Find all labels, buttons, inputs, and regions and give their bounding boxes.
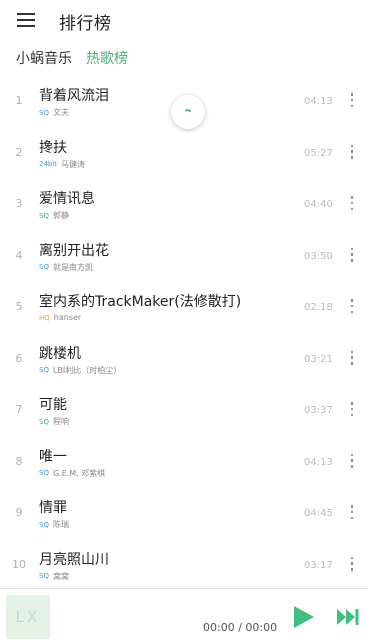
quality-badge: SQ [39,417,49,426]
quality-badge: 24bit [39,160,58,168]
song-row[interactable]: 9 情罪 SQ 陈瑞 04:45 [0,486,368,538]
song-meta: SQ 陈瑞 [39,519,69,530]
song-row[interactable]: 2 搀扶 24bit 马健涛 05:27 [0,126,368,178]
song-title: 唯一 [39,448,67,465]
playback-time: 00:00 / 00:00 [203,621,278,634]
song-meta: SQ 就是南方凯 [39,262,93,273]
song-title: 可能 [39,397,67,413]
loading-spinner [171,95,205,129]
song-artist: 文夫 [52,108,69,117]
quality-badge: SQ [39,108,49,117]
song-artist: 程响 [52,417,69,426]
breadcrumb-active: 热歌榜 [86,51,128,67]
song-meta: SQ LBI利比（时柏尘） [39,365,121,376]
song-duration: 03:37 [304,405,333,416]
song-duration: 03:21 [304,353,333,365]
song-rank: 1 [15,94,23,107]
song-title: 搀扶 [39,139,67,156]
song-artist: 马健涛 [61,159,86,169]
more-options-icon[interactable] [348,453,356,469]
song-artist: 郭静 [52,211,69,220]
song-duration: 04:13 [304,456,333,468]
song-rank: 6 [15,351,23,365]
loading-icon [185,109,191,112]
song-rank: 9 [15,506,23,519]
song-row[interactable]: 3 爱情讯息 SQ 郭静 04:40 [0,177,368,229]
song-row[interactable]: 4 离别开出花 SQ 就是南方凯 03:50 [0,229,368,281]
song-list: 1 背着风流泪 SQ 文夫 04:13 2 搀扶 24bit 马健涛 05:27 3 爱情讯息 SQ 郭静… [0,74,368,589]
song-rank: 7 [15,403,23,416]
quality-badge: SQ [39,469,49,477]
song-meta: 24bit 马健涛 [39,159,85,170]
quality-badge: SQ [39,572,49,580]
song-rank: 10 [12,557,26,571]
song-title: 情罪 [39,500,67,516]
cover-text: LX [15,608,41,626]
song-artist: LBI利比（时柏尘） [52,365,122,375]
more-options-icon[interactable] [348,401,356,417]
song-artist: 窝窝 [52,571,69,581]
song-duration: 04:45 [304,508,333,519]
page-title: 排行榜 [59,14,112,34]
album-cover[interactable]: LX [6,595,50,639]
more-options-icon[interactable] [348,247,356,263]
quality-badge: SQ [39,211,49,220]
skip-next-icon[interactable] [336,608,360,626]
quality-badge: HQ [39,313,50,322]
song-rank: 3 [15,197,23,210]
quality-badge: SQ [39,366,49,374]
song-title: 背着风流泪 [39,88,109,104]
song-duration: 04:40 [304,199,333,210]
hamburger-menu-icon[interactable] [17,13,35,27]
song-duration: 03:50 [304,250,333,262]
song-meta: SQ G.E.M. 邓紫棋 [39,468,105,479]
song-row[interactable]: 5 室内系的TrackMaker(法修散打) HQ hanser 02:18 [0,280,368,332]
play-icon[interactable] [292,604,316,630]
song-artist: hanser [53,313,82,322]
song-title: 离别开出花 [39,242,109,259]
song-rank: 4 [15,248,23,262]
song-row[interactable]: 7 可能 SQ 程响 03:37 [0,383,368,435]
song-meta: SQ 窝窝 [39,571,69,582]
breadcrumb-source[interactable]: 小蜗音乐 [16,48,72,68]
song-meta: HQ hanser [39,313,81,322]
player-bar: LX 00:00 / 00:00 [0,588,368,643]
song-duration: 02:18 [304,302,333,313]
song-artist: 陈瑞 [52,520,69,529]
song-title: 室内系的TrackMaker(法修散打) [39,294,242,310]
more-options-icon[interactable] [348,504,356,520]
quality-badge: SQ [39,263,49,271]
song-meta: SQ 郭静 [39,210,69,221]
song-meta: SQ 文夫 [39,107,69,118]
more-options-icon[interactable] [348,298,356,314]
song-title: 跳楼机 [39,345,81,362]
more-options-icon[interactable] [348,92,356,108]
song-artist: G.E.M. 邓紫棋 [52,468,106,478]
song-rank: 8 [15,454,23,468]
quality-badge: SQ [39,520,49,529]
song-duration: 05:27 [304,147,333,159]
song-rank: 5 [15,300,23,313]
breadcrumb: 小蜗音乐 热歌榜 [16,48,128,68]
song-duration: 04:13 [304,96,333,107]
song-title: 爱情讯息 [39,191,95,207]
song-row[interactable]: 6 跳楼机 SQ LBI利比（时柏尘） 03:21 [0,332,368,384]
song-rank: 2 [15,145,23,159]
more-options-icon[interactable] [348,556,356,572]
song-meta: SQ 程响 [39,416,69,427]
song-duration: 03:17 [304,559,333,571]
more-options-icon[interactable] [348,195,356,211]
app-header: 排行榜 [0,0,368,40]
song-artist: 就是南方凯 [52,262,93,272]
more-options-icon[interactable] [348,144,356,160]
more-options-icon[interactable] [348,350,356,366]
song-row[interactable]: 10 月亮照山川 SQ 窝窝 03:17 [0,538,368,590]
song-row[interactable]: 8 唯一 SQ G.E.M. 邓紫棋 04:13 [0,435,368,487]
song-title: 月亮照山川 [39,551,109,568]
